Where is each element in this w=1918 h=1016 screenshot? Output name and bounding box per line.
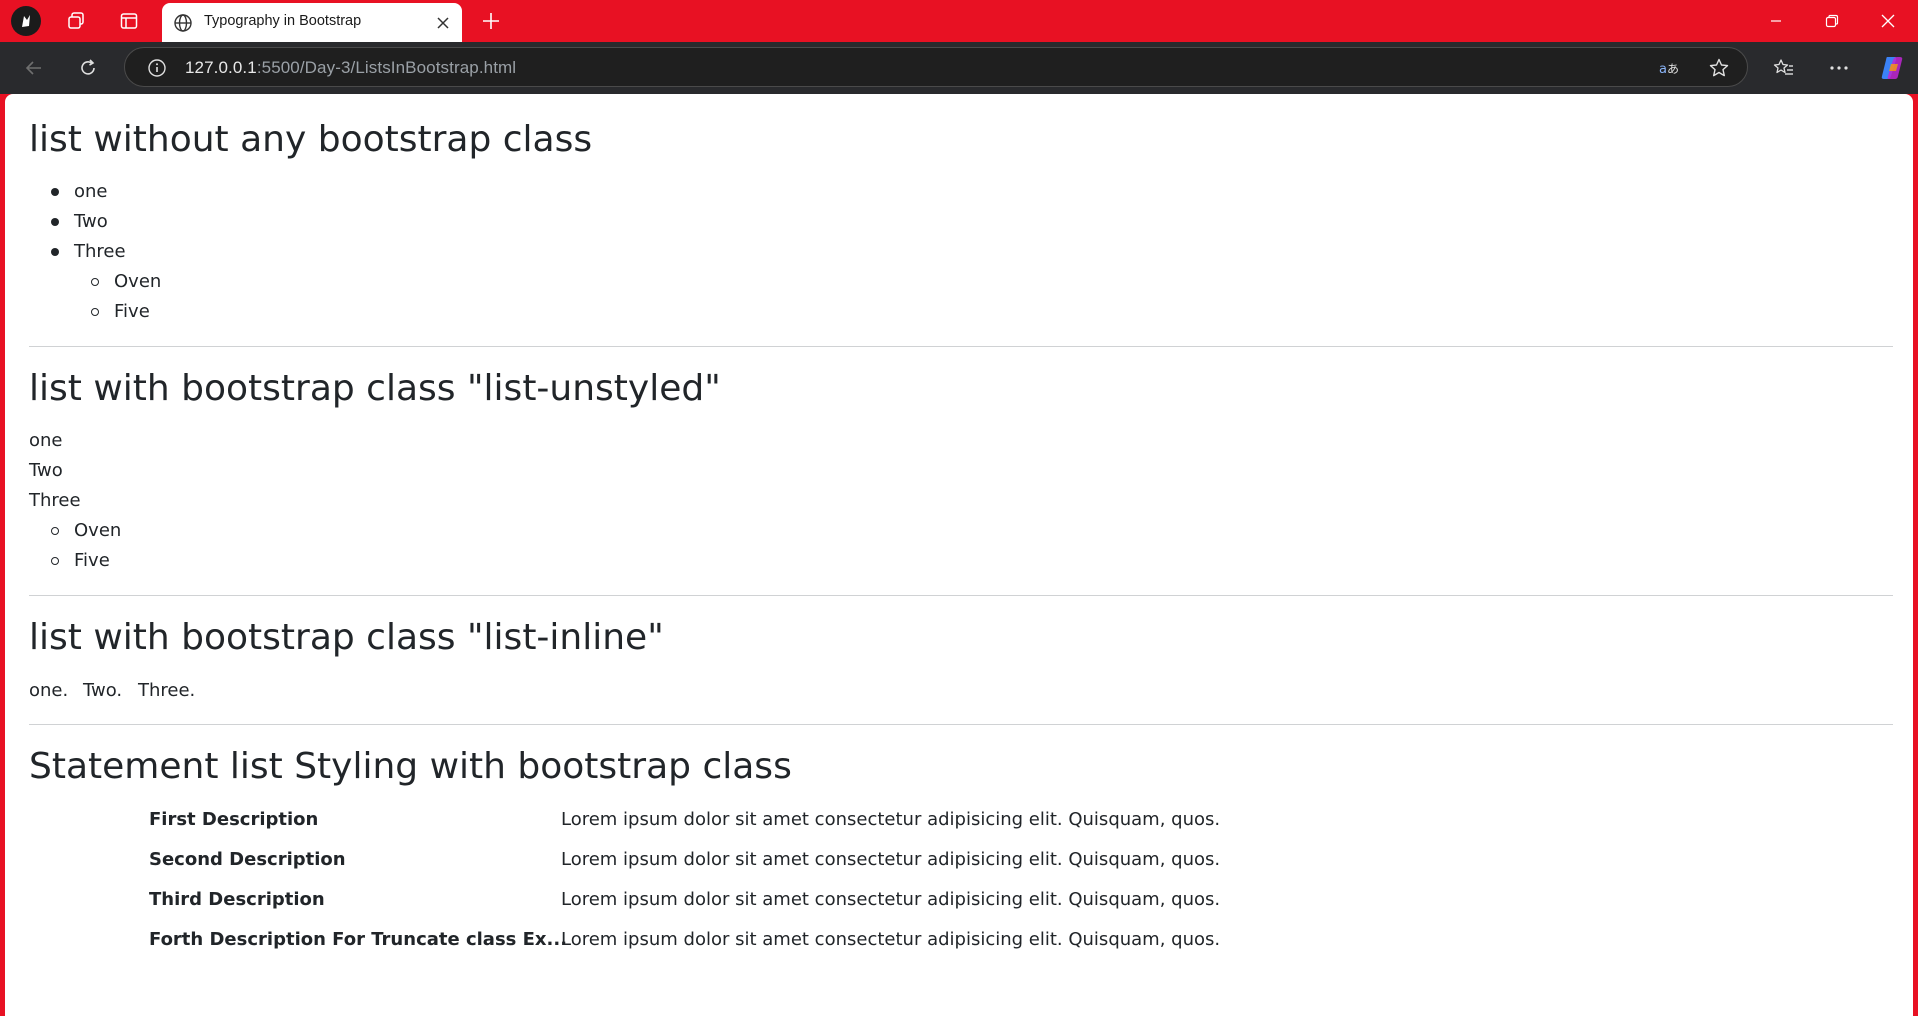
bullet xyxy=(51,218,59,226)
nested-list-item: Five xyxy=(114,301,150,322)
divider xyxy=(29,595,1893,596)
url-text: 127.0.0.1:5500/Day-3/ListsInBootstrap.ht… xyxy=(185,58,516,78)
divider xyxy=(29,724,1893,725)
description-detail: Lorem ipsum dolor sit amet consectetur a… xyxy=(561,929,1221,950)
description-detail: Lorem ipsum dolor sit amet consectetur a… xyxy=(561,849,1221,870)
tab-actions-icon[interactable] xyxy=(113,5,145,37)
refresh-button[interactable] xyxy=(70,50,106,86)
nested-bullet xyxy=(91,308,99,316)
list-item: Two xyxy=(74,211,108,232)
refresh-icon xyxy=(81,59,95,75)
description-term: Second Description xyxy=(149,849,346,870)
list-item: Three xyxy=(29,490,81,511)
profile-icon xyxy=(22,15,30,27)
page-viewport: list without any bootstrap class one Two… xyxy=(5,94,1913,1016)
minimize-button[interactable] xyxy=(1748,0,1804,42)
favorite-star-icon[interactable] xyxy=(1705,54,1733,82)
heading-description-list: Statement list Styling with bootstrap cl… xyxy=(29,746,792,787)
address-bar[interactable]: 127.0.0.1:5500/Day-3/ListsInBootstrap.ht… xyxy=(124,47,1748,87)
nested-list-item: Five xyxy=(74,550,110,571)
bullet xyxy=(51,188,59,196)
divider xyxy=(29,346,1893,347)
list-item: Two xyxy=(29,460,63,481)
profile-avatar[interactable] xyxy=(11,6,41,36)
translate-icon[interactable]: aあ xyxy=(1655,54,1683,82)
title-bar: Typography in Bootstrap xyxy=(0,0,1918,42)
restore-icon xyxy=(1825,14,1839,28)
inline-list-item: Two. xyxy=(83,680,123,701)
heading-list-unstyled: list with bootstrap class "list-unstyled… xyxy=(29,368,721,409)
url-path: :5500/Day-3/ListsInBootstrap.html xyxy=(256,58,517,77)
inline-list-item: Three. xyxy=(138,680,196,701)
plus-icon xyxy=(483,13,499,29)
workspaces-icon[interactable] xyxy=(60,5,92,37)
back-button[interactable] xyxy=(16,50,52,86)
browser-toolbar: 127.0.0.1:5500/Day-3/ListsInBootstrap.ht… xyxy=(0,42,1918,94)
description-term: Forth Description For Truncate class Ex.… xyxy=(149,929,568,950)
description-detail: Lorem ipsum dolor sit amet consectetur a… xyxy=(561,889,1221,910)
heading-list-default: list without any bootstrap class xyxy=(29,119,593,160)
active-tab[interactable]: Typography in Bootstrap xyxy=(162,3,462,42)
favorites-icon[interactable] xyxy=(1766,50,1802,86)
list-item: one xyxy=(74,181,108,202)
new-tab-button[interactable] xyxy=(476,6,506,36)
back-arrow-icon xyxy=(25,61,41,75)
url-host: 127.0.0.1 xyxy=(185,58,257,77)
tab-title: Typography in Bootstrap xyxy=(204,13,362,29)
copilot-icon[interactable] xyxy=(1874,50,1910,86)
nested-bullet xyxy=(51,527,59,535)
description-detail: Lorem ipsum dolor sit amet consectetur a… xyxy=(561,809,1221,830)
description-term: Third Description xyxy=(149,889,325,910)
svg-text:a: a xyxy=(1659,62,1667,77)
nested-bullet xyxy=(91,278,99,286)
globe-icon xyxy=(172,12,194,34)
inline-list-item: one. xyxy=(29,680,69,701)
minimize-icon xyxy=(1771,20,1781,22)
heading-list-inline: list with bootstrap class "list-inline" xyxy=(29,617,664,658)
close-window-button[interactable] xyxy=(1860,0,1916,42)
svg-text:あ: あ xyxy=(1667,62,1679,76)
more-options-icon[interactable] xyxy=(1821,50,1857,86)
description-term: First Description xyxy=(149,809,319,830)
nested-bullet xyxy=(51,557,59,565)
list-item: Three xyxy=(74,241,126,262)
bullet xyxy=(51,248,59,256)
close-tab-icon[interactable] xyxy=(432,12,454,34)
nested-list-item: Oven xyxy=(114,271,162,292)
site-info-icon[interactable] xyxy=(143,54,171,82)
list-item: one xyxy=(29,430,63,451)
nested-list-item: Oven xyxy=(74,520,122,541)
restore-button[interactable] xyxy=(1804,0,1860,42)
close-icon xyxy=(1881,14,1895,28)
